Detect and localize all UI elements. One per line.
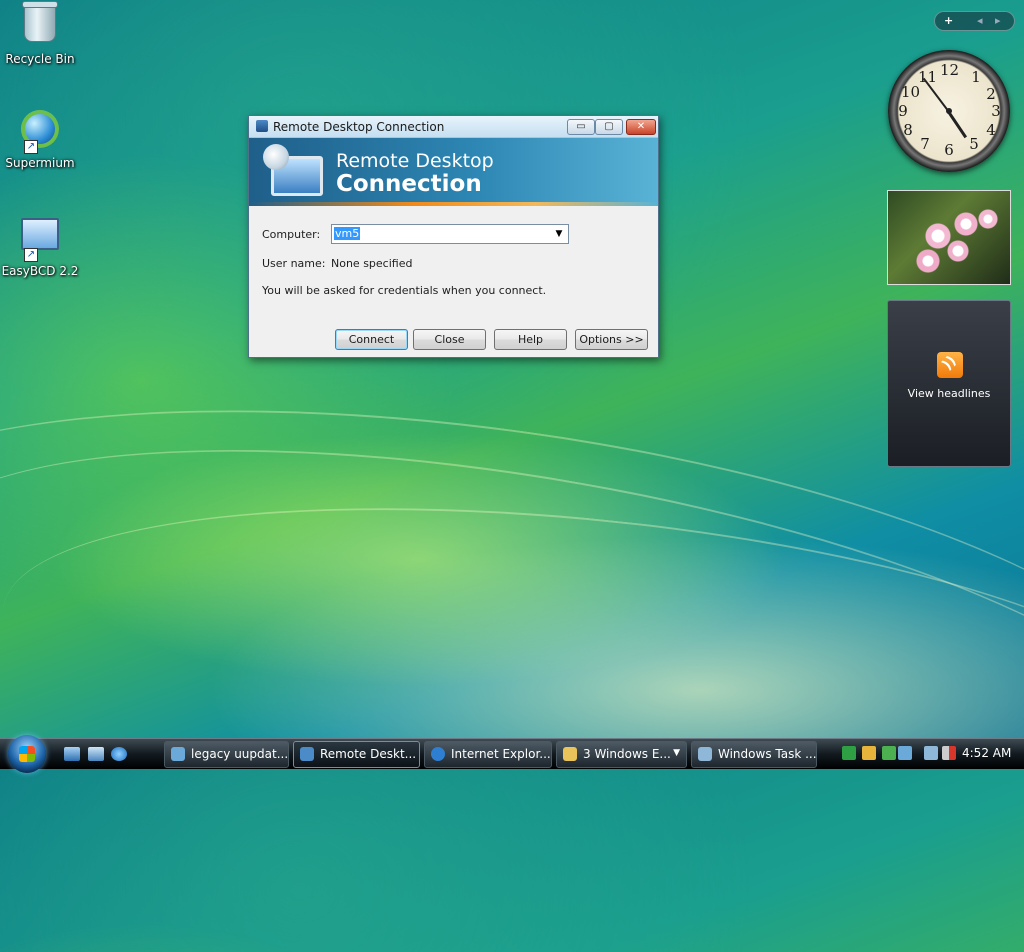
task-group-arrow-icon[interactable]: ▼ bbox=[673, 748, 680, 758]
dialog-body: Computer: vm5 ▼ User name: None specifie… bbox=[249, 206, 658, 357]
satellite-dish-icon bbox=[263, 144, 289, 170]
internet-explorer-icon[interactable] bbox=[111, 747, 127, 761]
view-headlines-label[interactable]: View headlines bbox=[888, 387, 1010, 400]
feed-headlines-gadget[interactable]: View headlines bbox=[887, 300, 1011, 467]
remote-desktop-app-icon bbox=[256, 120, 268, 132]
dropdown-arrow-icon[interactable]: ▼ bbox=[552, 227, 566, 241]
volume-muted-icon[interactable] bbox=[942, 746, 956, 760]
clock-number: 8 bbox=[903, 121, 913, 139]
easybcd-icon: ↗ bbox=[18, 218, 62, 262]
next-page-button[interactable]: ▸ bbox=[995, 14, 1001, 27]
sidebar-controls: + ◂ ▸ bbox=[934, 11, 1015, 31]
minimize-button[interactable]: ▭ bbox=[567, 119, 595, 135]
task-label: 3 Windows E... bbox=[583, 747, 671, 761]
task-icon bbox=[431, 747, 445, 761]
desktop-icon-supermium[interactable]: ↗ Supermium bbox=[0, 108, 80, 170]
dialog-titlebar[interactable]: Remote Desktop Connection ▭ ▢ ✕ bbox=[249, 116, 658, 138]
desktop-icon-label: EasyBCD 2.2 bbox=[1, 264, 79, 278]
clock-number: 5 bbox=[969, 135, 979, 153]
clock-number: 1 bbox=[971, 68, 981, 86]
slideshow-gadget[interactable] bbox=[887, 190, 1011, 285]
clock-number: 6 bbox=[944, 141, 954, 159]
desktop-icon-recycle-bin[interactable]: Recycle Bin bbox=[0, 2, 80, 66]
task-icon bbox=[300, 747, 314, 761]
computer-value[interactable]: vm5 bbox=[334, 227, 361, 240]
task-label: Windows Task ... bbox=[718, 747, 817, 761]
clock-gadget[interactable]: 12 1 2 3 4 5 6 7 8 9 10 11 bbox=[888, 50, 1010, 172]
desktop-icon-easybcd[interactable]: ↗ EasyBCD 2.2 bbox=[0, 212, 80, 278]
clock-number: 7 bbox=[920, 135, 930, 153]
system-tray: 4:52 AM bbox=[836, 742, 1024, 766]
add-gadget-button[interactable]: + bbox=[944, 14, 953, 27]
banner-title-line2: Connection bbox=[336, 171, 482, 197]
task-label: Internet Explor... bbox=[451, 747, 551, 761]
clock-center bbox=[946, 108, 952, 114]
username-label: User name: bbox=[262, 257, 326, 270]
start-button[interactable] bbox=[8, 735, 46, 773]
desktop-icon-label: Recycle Bin bbox=[5, 52, 75, 66]
clock-number: 3 bbox=[991, 102, 1001, 120]
show-desktop-icon[interactable] bbox=[64, 747, 80, 761]
taskbar-button[interactable]: Remote Deskt... bbox=[293, 741, 420, 768]
task-label: Remote Deskt... bbox=[320, 747, 417, 761]
taskbar-button[interactable]: legacy uupdat... bbox=[164, 741, 289, 768]
task-icon bbox=[698, 747, 712, 761]
tray-clock[interactable]: 4:52 AM bbox=[962, 746, 1011, 760]
connect-button[interactable]: Connect bbox=[335, 329, 408, 350]
dialog-banner: Remote Desktop Connection bbox=[249, 138, 658, 206]
close-window-button[interactable]: ✕ bbox=[626, 119, 656, 135]
taskbar-button[interactable]: 3 Windows E... ▼ bbox=[556, 741, 687, 768]
options-button[interactable]: Options >> bbox=[575, 329, 648, 350]
banner-title-line1: Remote Desktop bbox=[336, 150, 494, 172]
username-value: None specified bbox=[331, 257, 413, 270]
taskbar: legacy uupdat... Remote Deskt... Interne… bbox=[0, 735, 1024, 773]
clock-number: 2 bbox=[986, 85, 996, 103]
tray-app-icon[interactable] bbox=[842, 746, 856, 760]
clock-number: 4 bbox=[986, 121, 996, 139]
taskbar-button[interactable]: Internet Explor... bbox=[424, 741, 552, 768]
task-icon bbox=[563, 747, 577, 761]
recycle-bin-icon bbox=[18, 6, 62, 50]
remote-desktop-dialog: Remote Desktop Connection ▭ ▢ ✕ Remote D… bbox=[248, 115, 659, 358]
clock-number: 12 bbox=[940, 61, 960, 79]
task-icon bbox=[171, 747, 185, 761]
network-icon[interactable] bbox=[924, 746, 938, 760]
previous-page-button[interactable]: ◂ bbox=[977, 14, 983, 27]
maximize-button[interactable]: ▢ bbox=[595, 119, 623, 135]
dialog-title: Remote Desktop Connection bbox=[273, 120, 445, 134]
help-button[interactable]: Help bbox=[494, 329, 567, 350]
switch-windows-icon[interactable] bbox=[88, 747, 104, 761]
computer-label: Computer: bbox=[262, 228, 321, 241]
computer-combobox[interactable]: vm5 ▼ bbox=[331, 224, 569, 244]
clock-number: 9 bbox=[898, 102, 908, 120]
supermium-icon: ↗ bbox=[18, 110, 62, 154]
shortcut-arrow-icon: ↗ bbox=[24, 248, 38, 262]
credentials-info-text: You will be asked for credentials when y… bbox=[262, 284, 547, 297]
tray-update-icon[interactable] bbox=[882, 746, 896, 760]
clock-number: 10 bbox=[901, 83, 921, 101]
rss-feed-icon bbox=[937, 352, 963, 378]
tray-app-icon[interactable] bbox=[898, 746, 912, 760]
taskbar-button[interactable]: Windows Task ... bbox=[691, 741, 817, 768]
task-label: legacy uupdat... bbox=[191, 747, 289, 761]
clock-hour-hand bbox=[947, 111, 968, 139]
desktop-icon-label: Supermium bbox=[5, 156, 75, 170]
close-button[interactable]: Close bbox=[413, 329, 486, 350]
shortcut-arrow-icon: ↗ bbox=[24, 140, 38, 154]
security-shield-icon[interactable] bbox=[862, 746, 876, 760]
